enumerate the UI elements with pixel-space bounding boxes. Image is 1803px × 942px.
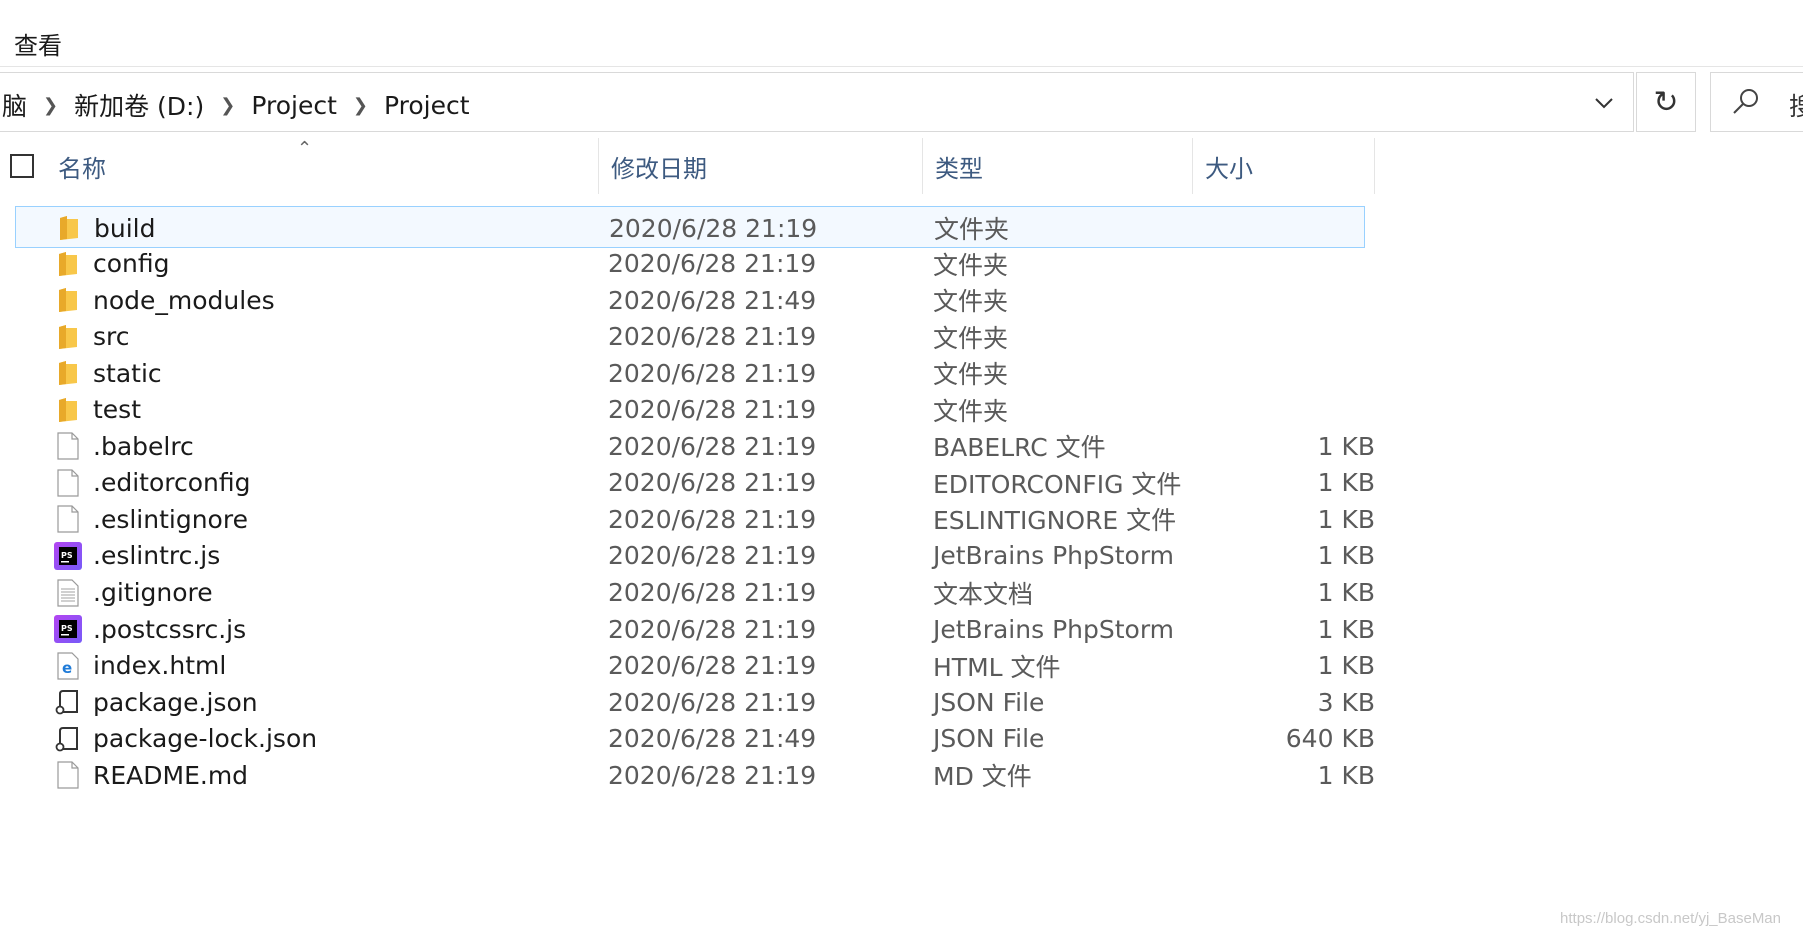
address-bar[interactable]: 脑 ❯ 新加卷 (D:) ❯ Project ❯ Project xyxy=(0,72,1634,132)
ribbon-tab-view[interactable]: 查看 xyxy=(14,26,62,61)
select-all-checkbox[interactable] xyxy=(10,154,34,178)
file-row[interactable]: README.md 2020/6/28 21:19 MD 文件 1 KB xyxy=(15,754,1375,796)
search-box[interactable]: 搜 xyxy=(1710,72,1803,132)
breadcrumb-separator-icon[interactable]: ❯ xyxy=(43,95,58,116)
address-row: 脑 ❯ 新加卷 (D:) ❯ Project ❯ Project ↻ 搜 xyxy=(0,72,1803,134)
chevron-down-icon[interactable] xyxy=(1584,83,1624,123)
column-header-date[interactable]: 修改日期 xyxy=(599,138,923,194)
refresh-icon[interactable]: ↻ xyxy=(1636,72,1696,132)
breadcrumb-separator-icon[interactable]: ❯ xyxy=(220,95,235,116)
svg-text:e: e xyxy=(62,659,72,677)
column-header-name-label: 名称 xyxy=(58,154,106,183)
column-header-type[interactable]: 类型 xyxy=(923,138,1193,194)
ribbon: 查看 xyxy=(0,0,1803,67)
file-date: 2020/6/28 21:19 xyxy=(608,760,817,790)
column-header-size-label: 大小 xyxy=(1205,154,1253,183)
breadcrumb-separator-icon[interactable]: ❯ xyxy=(353,95,368,116)
svg-text:PS: PS xyxy=(61,551,73,560)
column-header-name[interactable]: 名称 xyxy=(46,138,599,194)
svg-text:PS: PS xyxy=(61,624,73,633)
search-icon xyxy=(1731,87,1761,121)
breadcrumb-project[interactable]: Project xyxy=(249,91,339,120)
column-header-date-label: 修改日期 xyxy=(611,154,707,183)
breadcrumb-drive-d[interactable]: 新加卷 (D:) xyxy=(72,87,206,123)
watermark: https://blog.csdn.net/yj_BaseMan xyxy=(1560,910,1781,927)
breadcrumb-computer[interactable]: 脑 xyxy=(0,87,29,123)
breadcrumb-project-current[interactable]: Project xyxy=(382,91,472,120)
file-size: 1 KB xyxy=(1317,760,1375,790)
search-placeholder: 搜 xyxy=(1789,92,1803,121)
file-type: MD 文件 xyxy=(933,762,1032,792)
blank-file-icon xyxy=(53,754,83,796)
column-header-type-label: 类型 xyxy=(935,154,983,183)
column-header: ⌃ 名称 修改日期 类型 大小 xyxy=(0,138,1375,194)
breadcrumb: 脑 ❯ 新加卷 (D:) ❯ Project ❯ Project xyxy=(0,87,472,123)
file-name: README.md xyxy=(93,760,249,790)
column-header-size[interactable]: 大小 xyxy=(1193,138,1375,194)
